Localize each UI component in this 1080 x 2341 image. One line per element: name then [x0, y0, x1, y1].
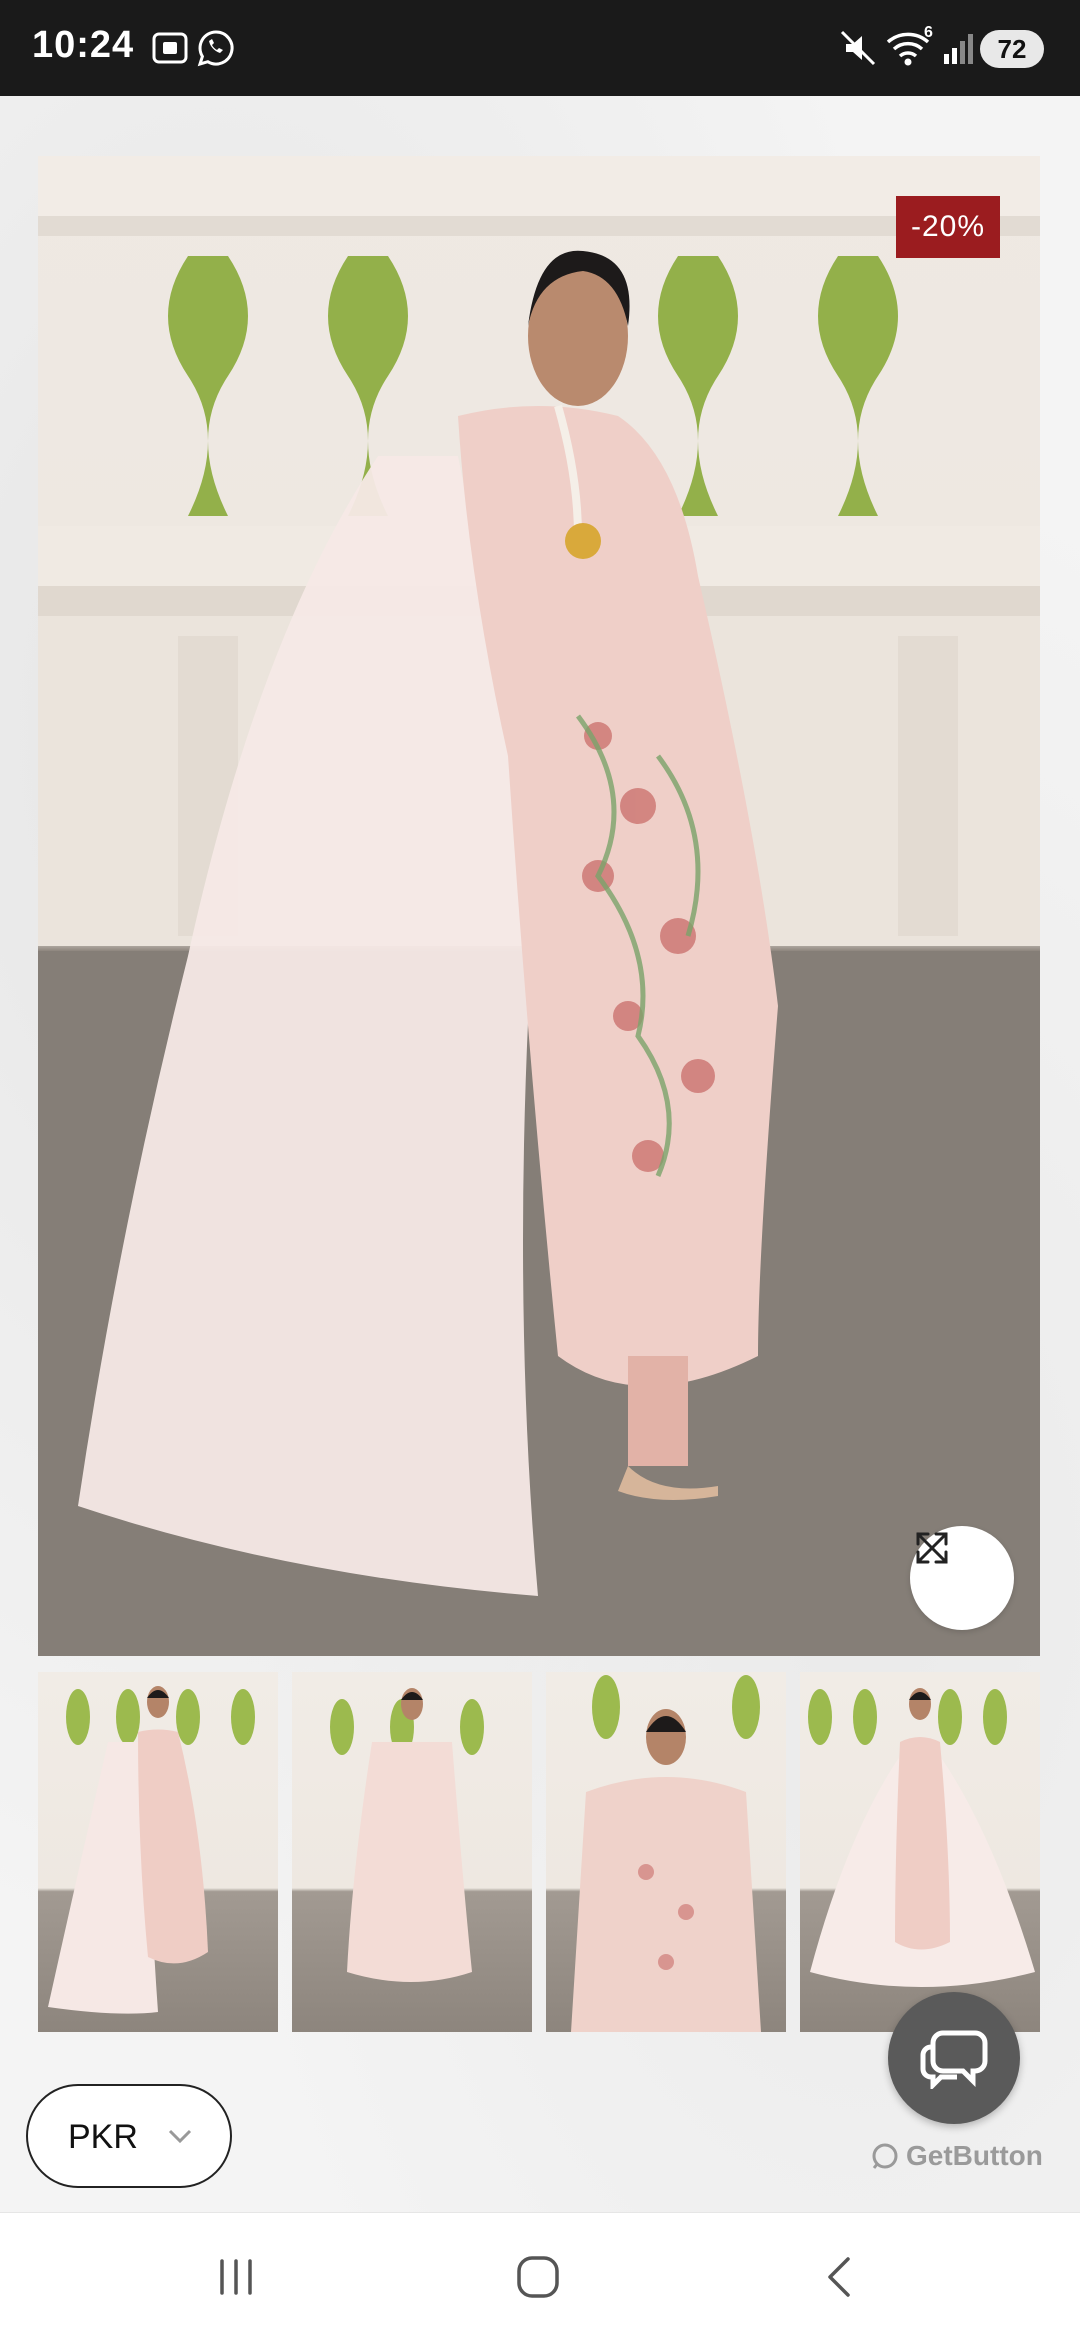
recent-apps-icon — [220, 2259, 252, 2295]
wifi-icon: 6 — [884, 24, 936, 70]
thumbnail-1[interactable] — [38, 1672, 278, 2032]
home-button[interactable] — [498, 2247, 578, 2307]
thumbnail-2[interactable] — [292, 1672, 532, 2032]
home-icon — [517, 2256, 559, 2298]
discount-badge: -20% — [896, 196, 1000, 258]
mute-icon — [836, 26, 880, 70]
expand-icon — [916, 1532, 948, 1564]
thumbnail-1-illustration — [48, 1686, 255, 2014]
wifi-generation-label: 6 — [924, 24, 933, 41]
signal-icon — [938, 26, 982, 70]
status-bar: 10:24 6 72 — [0, 0, 1080, 96]
chat-button[interactable] — [888, 1992, 1020, 2124]
back-button[interactable] — [800, 2247, 880, 2307]
getbutton-logo-icon — [872, 2143, 898, 2169]
back-icon — [828, 2257, 850, 2297]
chat-bubbles-icon — [920, 2030, 988, 2089]
thumbnail-2-illustration — [330, 1688, 484, 1982]
battery-level: 72 — [980, 30, 1044, 68]
recent-apps-button[interactable] — [196, 2247, 276, 2307]
getbutton-label: GetButton — [906, 2140, 1043, 2171]
main-image-illustration — [38, 156, 1040, 1656]
whatsapp-icon — [194, 26, 238, 70]
system-nav-bar — [0, 2212, 1080, 2341]
currency-label: PKR — [68, 2118, 138, 2156]
thumbnail-3[interactable] — [546, 1672, 786, 2032]
status-time: 10:24 — [32, 24, 135, 66]
currency-selector[interactable]: PKR — [26, 2084, 232, 2188]
thumbnail-4[interactable] — [800, 1672, 1040, 2032]
thumbnail-4-illustration — [808, 1688, 1035, 1987]
chevron-down-icon — [168, 2129, 192, 2144]
main-product-image[interactable]: -20% — [38, 156, 1040, 1656]
screenshot-icon — [148, 26, 192, 70]
getbutton-branding[interactable]: GetButton — [870, 2140, 1043, 2172]
thumbnail-3-illustration — [571, 1675, 761, 2032]
expand-image-button[interactable] — [910, 1526, 1014, 1630]
